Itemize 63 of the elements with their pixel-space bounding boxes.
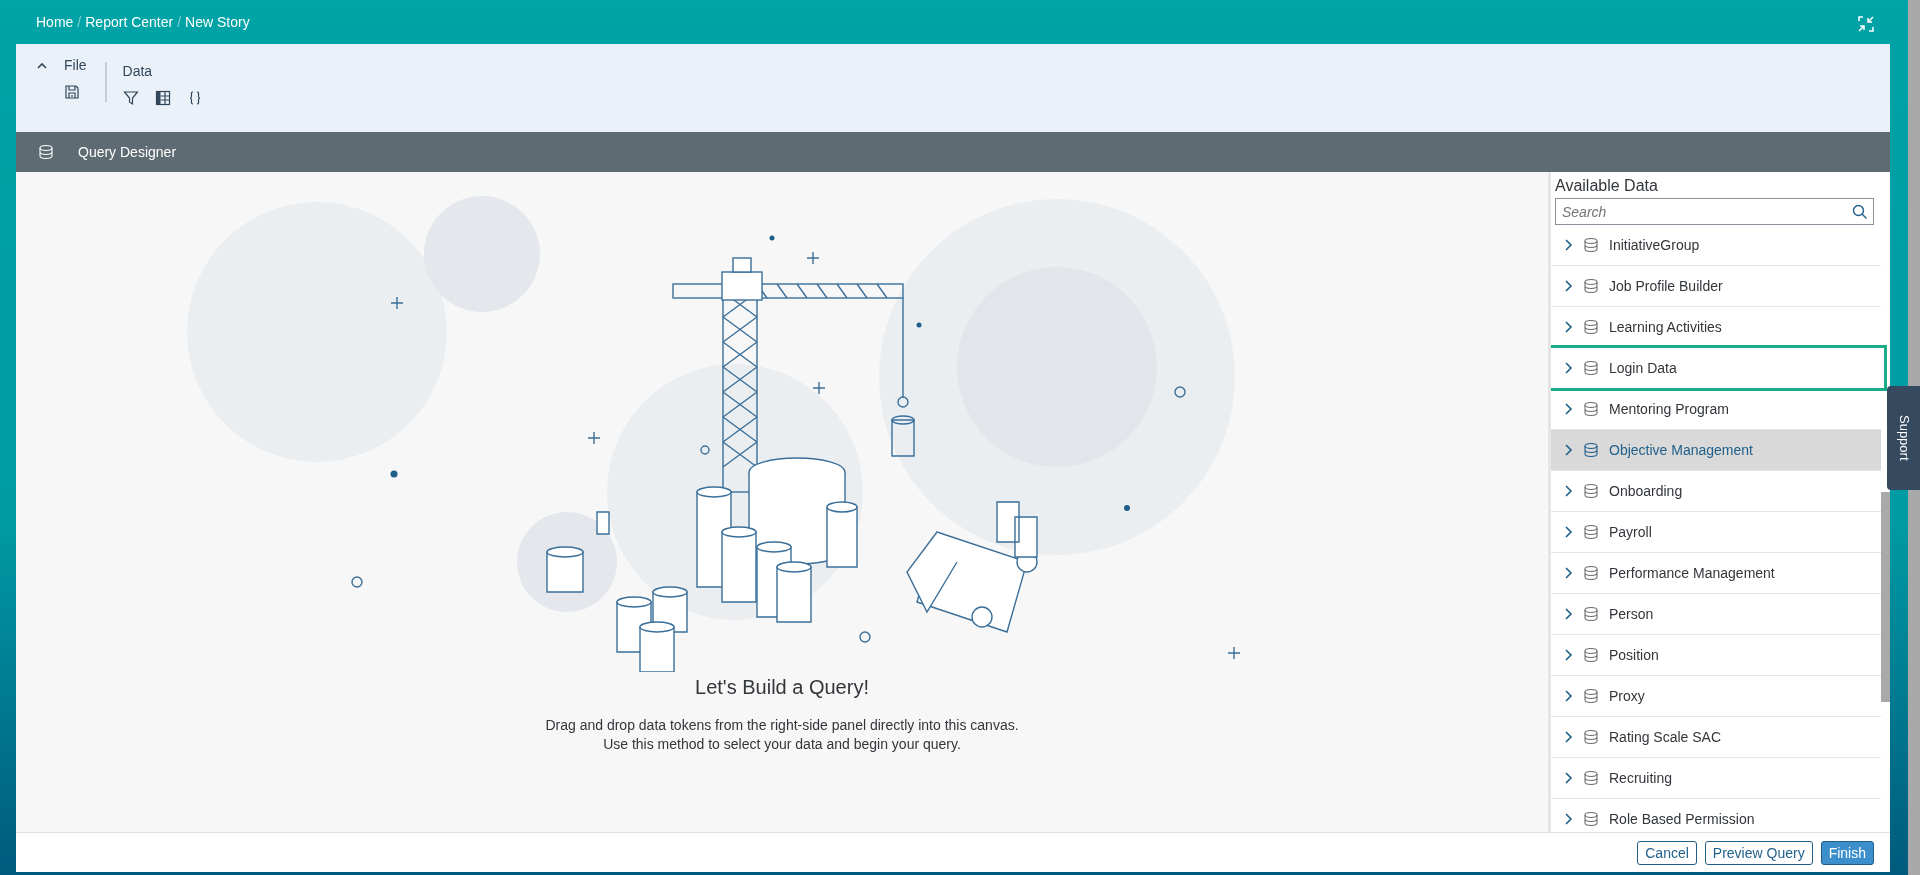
- table-icon[interactable]: [154, 90, 171, 106]
- data-source-item[interactable]: Rating Scale SAC: [1551, 717, 1881, 758]
- data-source-item[interactable]: Position: [1551, 635, 1881, 676]
- database-icon: [38, 144, 54, 160]
- database-icon: [1583, 360, 1599, 376]
- data-source-item[interactable]: Job Profile Builder: [1551, 266, 1881, 307]
- data-source-item[interactable]: Proxy: [1551, 676, 1881, 717]
- expand-chevron-icon[interactable]: [1563, 566, 1573, 580]
- save-icon[interactable]: [64, 84, 80, 100]
- data-source-item[interactable]: Performance Management: [1551, 553, 1881, 594]
- database-icon: [1583, 524, 1599, 540]
- data-source-item[interactable]: InitiativeGroup: [1551, 225, 1881, 266]
- toolbar-group-label: File: [64, 56, 87, 74]
- data-source-item[interactable]: Recruiting: [1551, 758, 1881, 799]
- expand-chevron-icon[interactable]: [1563, 607, 1573, 621]
- database-icon: [1583, 565, 1599, 581]
- data-source-item[interactable]: Learning Activities: [1551, 307, 1881, 348]
- database-icon: [1583, 811, 1599, 827]
- footer-button[interactable]: Finish: [1820, 840, 1874, 865]
- data-source-item[interactable]: Payroll: [1551, 512, 1881, 553]
- expand-chevron-icon[interactable]: [1563, 525, 1573, 539]
- data-source-item[interactable]: Login Data: [1551, 348, 1881, 389]
- designer-title: Query Designer: [78, 142, 177, 162]
- panel-title: Available Data: [1554, 176, 1659, 196]
- data-source-item[interactable]: Onboarding: [1551, 471, 1881, 512]
- database-icon: [1583, 278, 1599, 294]
- database-icon: [1583, 606, 1599, 622]
- toolbar-group-label: Data: [122, 62, 154, 80]
- database-icon: [1583, 237, 1599, 253]
- expand-chevron-icon[interactable]: [1563, 730, 1573, 744]
- expand-chevron-icon[interactable]: [1563, 812, 1573, 826]
- breadcrumb-separator: /: [177, 12, 182, 32]
- database-icon: [1583, 319, 1599, 335]
- data-source-item[interactable]: Objective Management: [1551, 430, 1881, 471]
- database-icon: [1583, 442, 1599, 458]
- expand-chevron-icon[interactable]: [1563, 443, 1573, 457]
- canvas-instructions: Drag and drop data tokens from the right-side panel directly into this canvas. Use this method to select your data and begin your query.: [544, 716, 1020, 754]
- expand-chevron-icon[interactable]: [1563, 238, 1573, 252]
- breadcrumb-separator: /: [77, 12, 82, 32]
- search-field[interactable]: Search: [1555, 198, 1874, 225]
- database-icon: [1583, 401, 1599, 417]
- expand-chevron-icon[interactable]: [1563, 402, 1573, 416]
- scrollbar-thumb[interactable]: [1881, 492, 1890, 702]
- filter-icon[interactable]: [122, 90, 139, 106]
- canvas-heading: Let's Build a Query!: [695, 675, 869, 700]
- expand-chevron-icon[interactable]: [1563, 320, 1573, 334]
- search-icon[interactable]: [1852, 204, 1867, 219]
- expand-chevron-icon[interactable]: [1563, 771, 1573, 785]
- database-icon: [1583, 483, 1599, 499]
- support-tab[interactable]: Support: [1887, 386, 1920, 490]
- expand-chevron-icon[interactable]: [1563, 648, 1573, 662]
- footer-button[interactable]: Cancel: [1637, 840, 1697, 865]
- expand-chevron-icon[interactable]: [1563, 279, 1573, 293]
- database-icon: [1583, 770, 1599, 786]
- exit-fullscreen-icon[interactable]: [1858, 16, 1874, 32]
- expand-chevron-icon[interactable]: [1563, 484, 1573, 498]
- database-icon: [1583, 729, 1599, 745]
- database-icon: [1583, 647, 1599, 663]
- expand-chevron-icon[interactable]: [1563, 361, 1573, 375]
- data-source-item[interactable]: Person: [1551, 594, 1881, 635]
- database-icon: [1583, 688, 1599, 704]
- footer-button[interactable]: Preview Query: [1704, 840, 1813, 865]
- expand-chevron-icon[interactable]: [1563, 689, 1573, 703]
